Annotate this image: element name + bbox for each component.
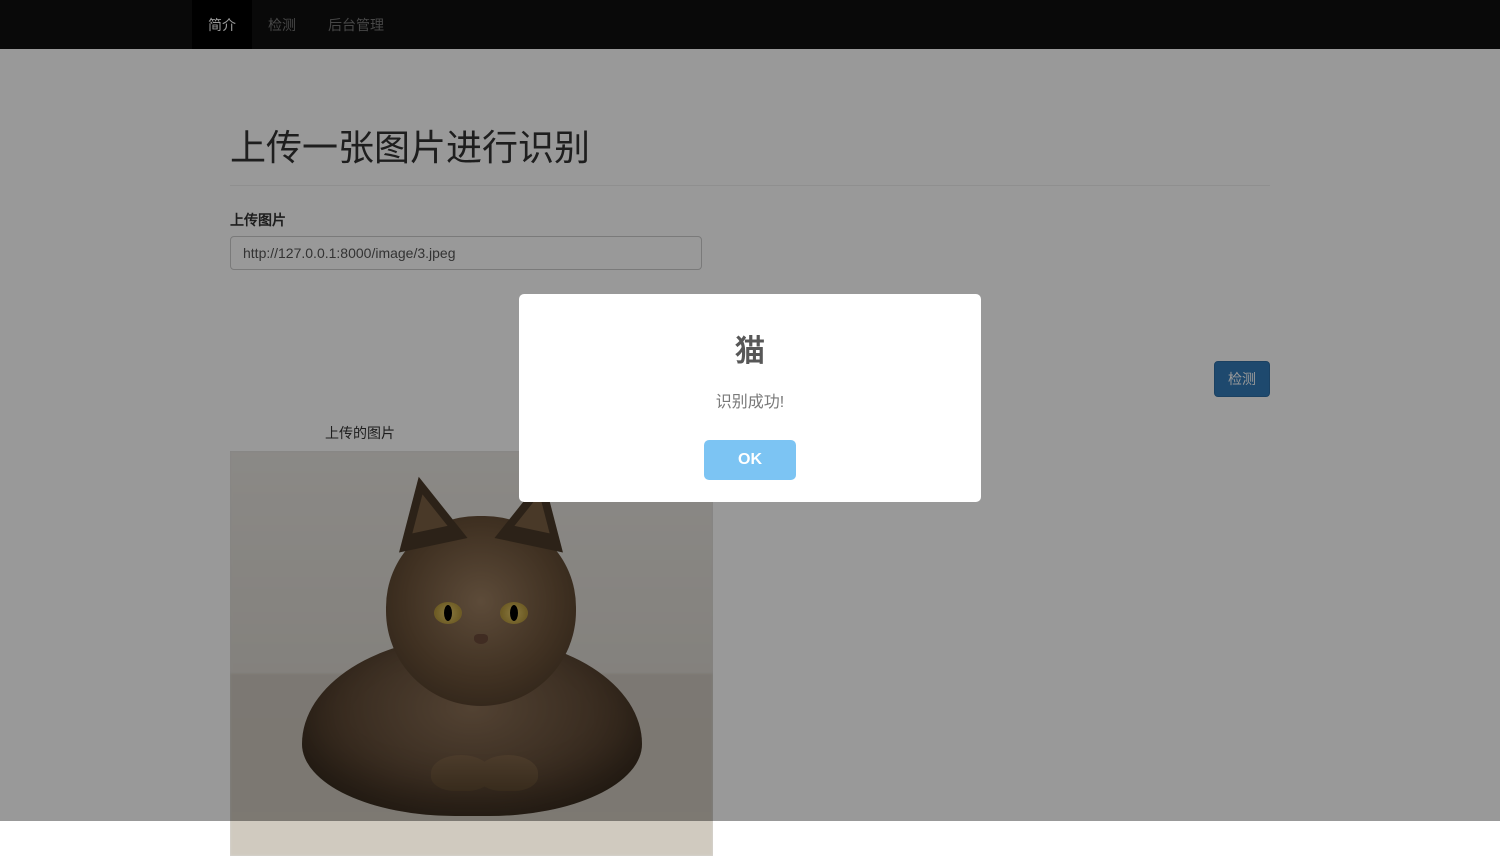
modal-overlay[interactable]: 猫 识别成功! OK: [0, 0, 1500, 821]
modal-ok-button[interactable]: OK: [704, 440, 796, 480]
modal-title: 猫: [539, 326, 961, 370]
modal-message: 识别成功!: [539, 388, 961, 412]
result-modal: 猫 识别成功! OK: [519, 294, 981, 502]
